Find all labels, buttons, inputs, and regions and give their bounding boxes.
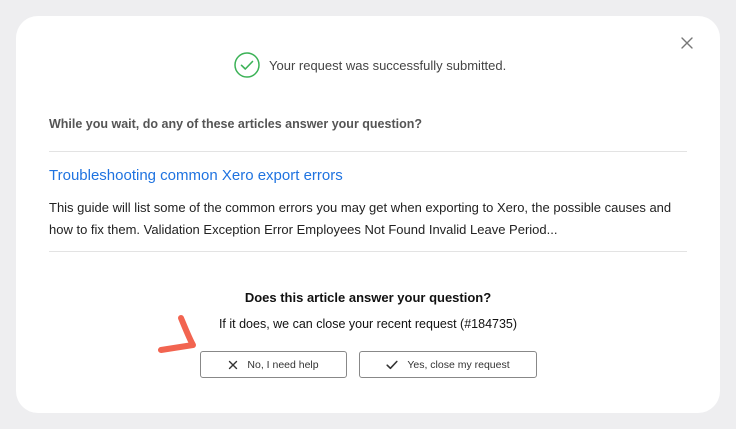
article-title-link[interactable]: Troubleshooting common Xero export error…	[49, 167, 343, 184]
close-icon[interactable]	[679, 35, 695, 51]
no-button-label: No, I need help	[247, 358, 319, 371]
check-circle-icon	[234, 52, 260, 78]
articles-prompt: While you wait, do any of these articles…	[49, 117, 422, 131]
x-icon	[228, 360, 247, 370]
request-note: If it does, we can close your recent req…	[218, 317, 518, 331]
checkmark-icon	[386, 360, 407, 370]
no-need-help-button[interactable]: No, I need help	[200, 351, 347, 378]
success-message: Your request was successfully submitted.	[234, 52, 506, 78]
feedback-question: Does this article answer your question?	[244, 290, 492, 305]
article-excerpt: This guide will list some of the common …	[49, 200, 672, 237]
yes-button-label: Yes, close my request	[407, 358, 510, 371]
success-text: Your request was successfully submitted.	[269, 57, 507, 73]
yes-close-request-button[interactable]: Yes, close my request	[359, 351, 537, 378]
request-submitted-modal: Your request was successfully submitted.…	[16, 16, 720, 413]
divider	[49, 151, 687, 152]
divider	[49, 251, 687, 252]
